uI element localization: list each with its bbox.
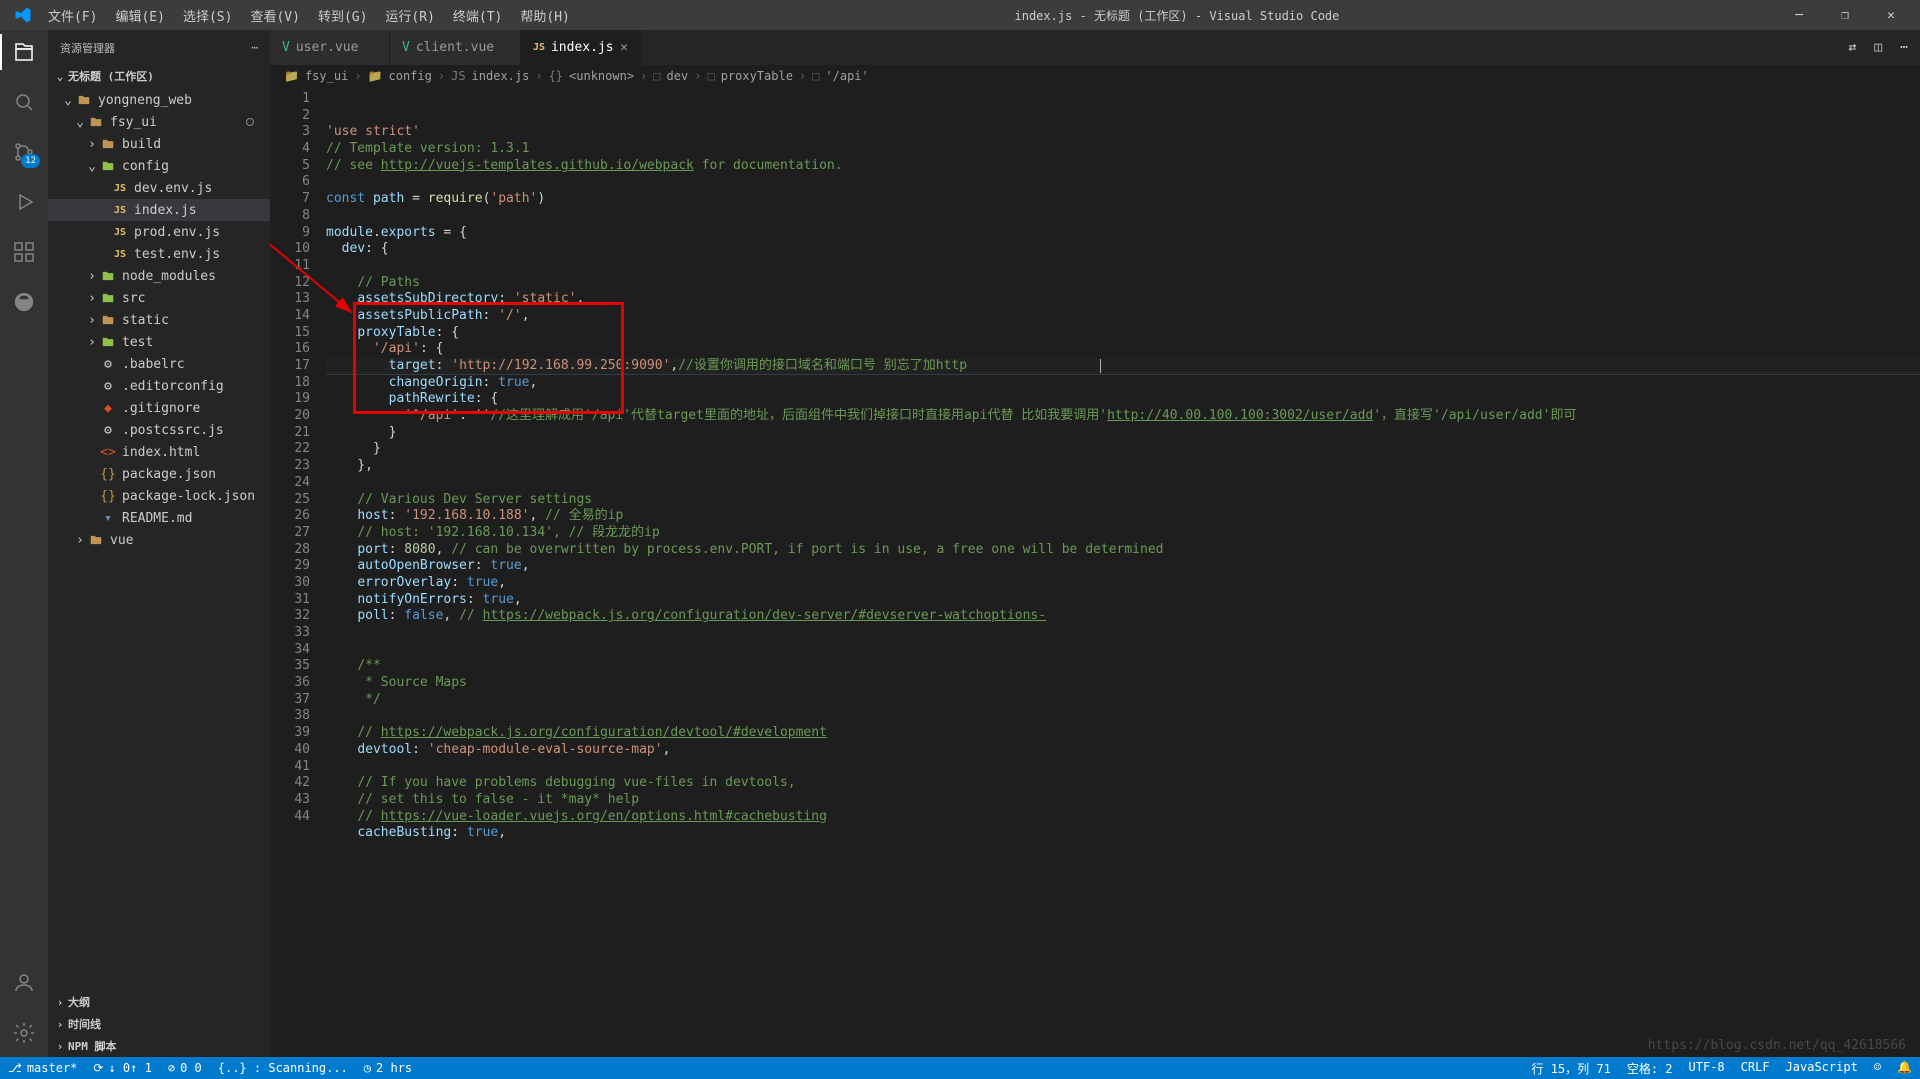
menu-item[interactable]: 编辑(E) bbox=[107, 2, 172, 29]
code-area[interactable]: 1234567891011121314151617181920212223242… bbox=[270, 87, 1920, 1057]
editor-tab[interactable]: Vuser.vue✕ bbox=[270, 30, 390, 65]
status-sync[interactable]: ⟳↓ 0↑ 1 bbox=[85, 1057, 159, 1079]
split-editor-icon[interactable]: ◫ bbox=[1874, 40, 1882, 55]
tree-folder[interactable]: ›src bbox=[48, 287, 270, 309]
compare-changes-icon[interactable]: ⇄ bbox=[1849, 40, 1857, 55]
status-scanning[interactable]: {..} : Scanning... bbox=[210, 1057, 356, 1079]
minimize-button[interactable]: ─ bbox=[1776, 0, 1822, 30]
tree-file[interactable]: ▾README.md bbox=[48, 507, 270, 529]
tree-folder[interactable]: ›build bbox=[48, 133, 270, 155]
tree-file[interactable]: JStest.env.js bbox=[48, 243, 270, 265]
tab-close-icon[interactable]: ✕ bbox=[620, 40, 628, 55]
source-control-icon[interactable]: 12 bbox=[10, 138, 38, 166]
menu-item[interactable]: 查看(V) bbox=[242, 2, 307, 29]
workspace-name: 无标题 (工作区) bbox=[68, 68, 154, 84]
status-indent[interactable]: 空格: 2 bbox=[1619, 1060, 1681, 1077]
scm-badge: 12 bbox=[21, 154, 40, 168]
timeline-panel[interactable]: ›时间线 bbox=[48, 1013, 270, 1035]
status-branch[interactable]: ⎇master* bbox=[0, 1057, 85, 1079]
status-cursor-pos[interactable]: 行 15，列 71 bbox=[1523, 1060, 1618, 1077]
sidebar-more-icon[interactable]: ⋯ bbox=[251, 41, 258, 54]
window-title: index.js - 无标题 (工作区) - Visual Studio Cod… bbox=[578, 7, 1776, 24]
tree-file[interactable]: <>index.html bbox=[48, 441, 270, 463]
tree-folder[interactable]: ⌄yongneng_web bbox=[48, 89, 270, 111]
menu-item[interactable]: 转到(G) bbox=[310, 2, 375, 29]
search-icon[interactable] bbox=[10, 88, 38, 116]
code-content[interactable]: 'use strict'// Template version: 1.3.1//… bbox=[326, 87, 1920, 1057]
tree-file[interactable]: ⚙.editorconfig bbox=[48, 375, 270, 397]
explorer-icon[interactable] bbox=[10, 38, 38, 66]
file-tree: ⌄yongneng_web⌄fsy_ui›build⌄configJSdev.e… bbox=[48, 87, 270, 553]
sidebar-title: 资源管理器⋯ bbox=[48, 30, 270, 65]
vscode-logo-icon bbox=[14, 6, 32, 24]
tree-file[interactable]: {}package-lock.json bbox=[48, 485, 270, 507]
tree-folder[interactable]: ›test bbox=[48, 331, 270, 353]
maximize-button[interactable]: ❐ bbox=[1822, 0, 1868, 30]
menu-item[interactable]: 选择(S) bbox=[175, 2, 240, 29]
status-eol[interactable]: CRLF bbox=[1733, 1060, 1778, 1074]
tree-file[interactable]: ⚙.babelrc bbox=[48, 353, 270, 375]
tree-folder[interactable]: ›static bbox=[48, 309, 270, 331]
breadcrumb-item[interactable]: config bbox=[389, 69, 432, 83]
editor-group: Vuser.vue✕Vclient.vue✕JSindex.js✕ ⇄ ◫ ⋯ … bbox=[270, 30, 1920, 1057]
breadcrumb-item[interactable]: '/api' bbox=[825, 69, 868, 83]
editor-tab[interactable]: Vclient.vue✕ bbox=[390, 30, 521, 65]
menu-bar: 文件(F)编辑(E)选择(S)查看(V)转到(G)运行(R)终端(T)帮助(H) bbox=[40, 2, 578, 29]
close-button[interactable]: ✕ bbox=[1868, 0, 1914, 30]
window-controls: ─ ❐ ✕ bbox=[1776, 0, 1914, 30]
accounts-icon[interactable] bbox=[10, 969, 38, 997]
menu-item[interactable]: 文件(F) bbox=[40, 2, 105, 29]
tree-folder[interactable]: ⌄fsy_ui bbox=[48, 111, 270, 133]
status-language[interactable]: JavaScript bbox=[1778, 1060, 1866, 1074]
breadcrumb-item[interactable]: proxyTable bbox=[721, 69, 793, 83]
menu-item[interactable]: 终端(T) bbox=[445, 2, 510, 29]
settings-gear-icon[interactable] bbox=[10, 1019, 38, 1047]
tree-file[interactable]: ◆.gitignore bbox=[48, 397, 270, 419]
tree-file[interactable]: JSprod.env.js bbox=[48, 221, 270, 243]
edge-tools-icon[interactable] bbox=[10, 288, 38, 316]
status-notifications-icon[interactable]: 🔔 bbox=[1889, 1060, 1920, 1074]
menu-item[interactable]: 运行(R) bbox=[377, 2, 442, 29]
line-gutter: 1234567891011121314151617181920212223242… bbox=[270, 87, 326, 1057]
editor-tab[interactable]: JSindex.js✕ bbox=[521, 30, 641, 65]
activity-bar: 12 bbox=[0, 30, 48, 1057]
tree-file[interactable]: JSindex.js bbox=[48, 199, 270, 221]
more-actions-icon[interactable]: ⋯ bbox=[1900, 40, 1908, 55]
tree-folder[interactable]: ›node_modules bbox=[48, 265, 270, 287]
tree-file[interactable]: ⚙.postcssrc.js bbox=[48, 419, 270, 441]
extensions-icon[interactable] bbox=[10, 238, 38, 266]
status-feedback-icon[interactable]: ☺ bbox=[1866, 1060, 1889, 1074]
tree-file[interactable]: JSdev.env.js bbox=[48, 177, 270, 199]
breadcrumb-item[interactable]: dev bbox=[667, 69, 689, 83]
tree-folder[interactable]: ⌄config bbox=[48, 155, 270, 177]
status-problems[interactable]: ⊘0 0 bbox=[160, 1057, 210, 1079]
outline-panel[interactable]: ›大纲 bbox=[48, 991, 270, 1013]
breadcrumb-item[interactable]: <unknown> bbox=[569, 69, 634, 83]
npm-scripts-panel[interactable]: ›NPM 脚本 bbox=[48, 1035, 270, 1057]
tree-folder[interactable]: ›vue bbox=[48, 529, 270, 551]
status-encoding[interactable]: UTF-8 bbox=[1681, 1060, 1733, 1074]
breadcrumb-item[interactable]: fsy_ui bbox=[305, 69, 348, 83]
tree-file[interactable]: {}package.json bbox=[48, 463, 270, 485]
run-debug-icon[interactable] bbox=[10, 188, 38, 216]
sidebar: 资源管理器⋯ ⌄无标题 (工作区) ⌄yongneng_web⌄fsy_ui›b… bbox=[48, 30, 270, 1057]
editor-tabs: Vuser.vue✕Vclient.vue✕JSindex.js✕ ⇄ ◫ ⋯ bbox=[270, 30, 1920, 65]
title-bar: 文件(F)编辑(E)选择(S)查看(V)转到(G)运行(R)终端(T)帮助(H)… bbox=[0, 0, 1920, 30]
status-bar: ⎇master* ⟳↓ 0↑ 1 ⊘0 0 {..} : Scanning...… bbox=[0, 1057, 1920, 1079]
workspace-header[interactable]: ⌄无标题 (工作区) bbox=[48, 65, 270, 87]
status-clock[interactable]: ◷2 hrs bbox=[356, 1057, 420, 1079]
menu-item[interactable]: 帮助(H) bbox=[512, 2, 577, 29]
breadcrumb-item[interactable]: index.js bbox=[472, 69, 530, 83]
breadcrumb[interactable]: 📁fsy_ui›📁config›JSindex.js›{}<unknown>›⬚… bbox=[270, 65, 1920, 87]
